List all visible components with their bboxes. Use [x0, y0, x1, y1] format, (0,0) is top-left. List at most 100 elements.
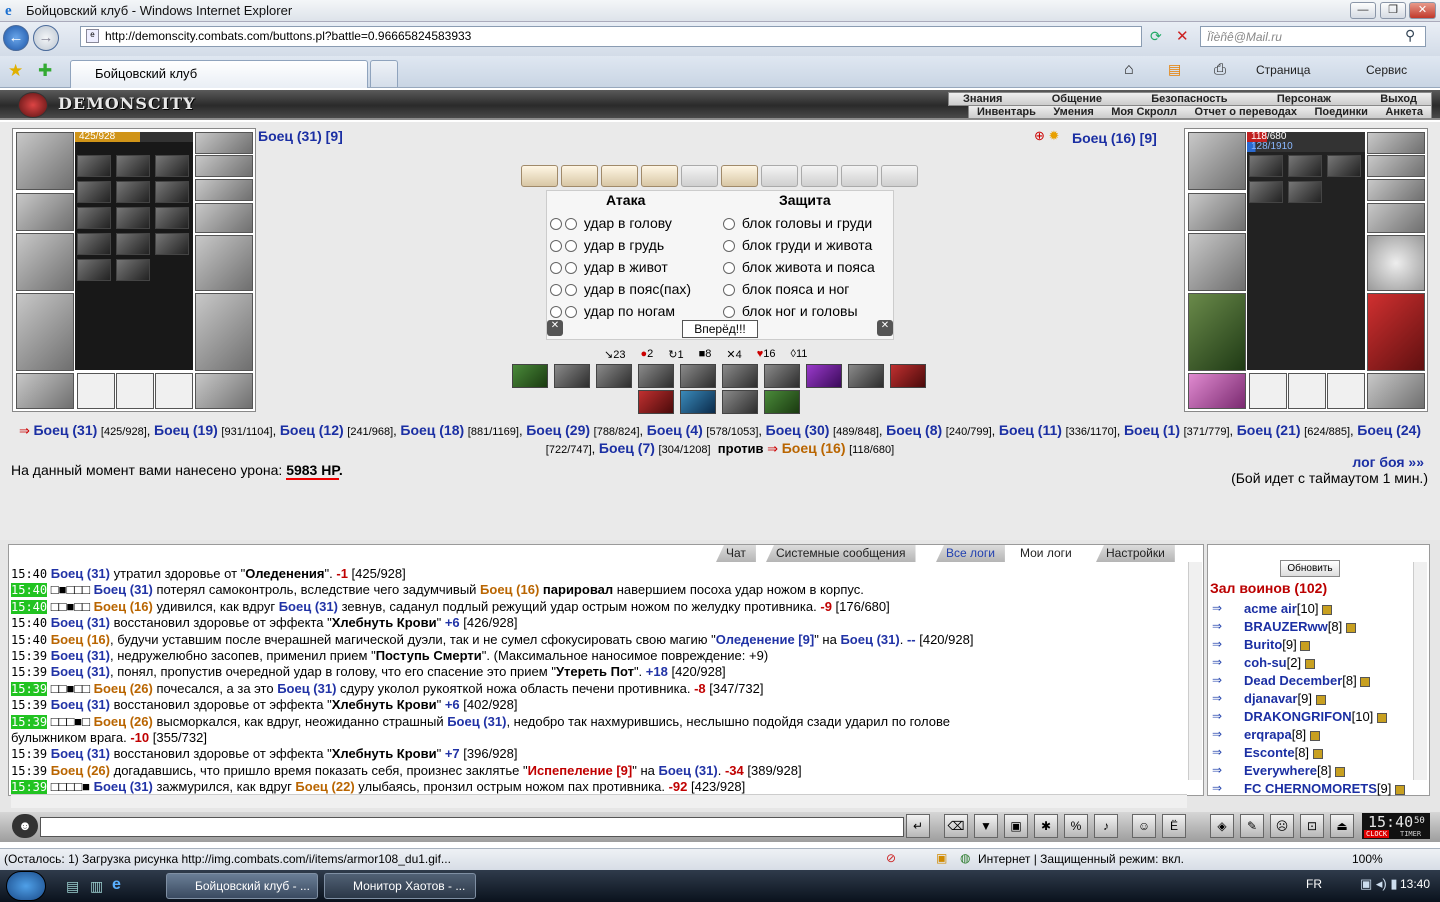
clear-icon[interactable]: ⌫ [944, 814, 968, 838]
private-message-icon[interactable]: ⇒ [1212, 691, 1222, 705]
stop-icon[interactable]: ✕ [1176, 27, 1189, 45]
face-icon[interactable]: ☹ [1270, 814, 1294, 838]
spell-slot[interactable] [155, 181, 189, 203]
bag-icon[interactable]: ◈ [1210, 814, 1234, 838]
amulet-slot[interactable] [1367, 132, 1425, 154]
user-entry[interactable]: coh-su[2] [1244, 655, 1315, 670]
block-option-5[interactable]: блок ног и головы [723, 300, 875, 322]
tab-all-logs[interactable]: Все логи [936, 545, 1005, 562]
team-fighter[interactable]: Боец (24) [1357, 422, 1421, 438]
menu-my-scroll[interactable]: Моя Скролл [1111, 106, 1177, 118]
info-icon[interactable] [1345, 622, 1356, 633]
smiley-icon[interactable]: ☺ [1132, 814, 1156, 838]
menu-exit[interactable]: Выход [1380, 93, 1417, 105]
empty-slot[interactable] [1249, 373, 1287, 409]
chat-input[interactable] [40, 817, 904, 837]
amulet-slot[interactable] [195, 132, 253, 154]
user-entry[interactable]: djanavar[9] [1244, 691, 1326, 706]
spell-slot[interactable] [1249, 181, 1283, 203]
team-fighter[interactable]: Боец (7) [599, 440, 655, 456]
blocked-icon[interactable]: ⊘ [886, 851, 896, 865]
tray-icons[interactable]: ▣ ◂) ▮ [1360, 876, 1398, 892]
user-entry[interactable]: Everywhere[8] [1244, 763, 1346, 778]
shield-right-icon[interactable]: ✕ [877, 320, 893, 336]
skill-button[interactable] [596, 364, 632, 388]
attack-option-groin[interactable]: удар в пояс(пах) [550, 278, 691, 300]
team-fighter[interactable]: Боец (18) [400, 422, 464, 438]
search-icon[interactable]: ⚲ [1405, 27, 1415, 44]
private-message-icon[interactable]: ⇒ [1212, 727, 1222, 741]
scroll-item[interactable] [721, 165, 758, 187]
left-fighter-name[interactable]: Боец (31) [9] [258, 128, 343, 144]
spell-slot[interactable] [1288, 181, 1322, 203]
bracers-slot[interactable] [1188, 193, 1246, 231]
forward-button[interactable]: → [33, 25, 59, 51]
spell-slot[interactable] [155, 233, 189, 255]
page-menu[interactable]: Страница [1256, 63, 1310, 77]
user-entry[interactable]: Dead December[8] [1244, 673, 1371, 688]
attack-option-head[interactable]: удар в голову [550, 212, 691, 234]
private-message-icon[interactable]: ⇒ [1212, 745, 1222, 759]
menu-battles[interactable]: Поединки [1315, 106, 1368, 118]
ie-quicklaunch-icon[interactable]: e [112, 876, 121, 894]
empty-slot[interactable] [1288, 373, 1326, 409]
spell-slot[interactable] [1249, 155, 1283, 177]
music-icon[interactable]: ♪ [1094, 814, 1118, 838]
enemy-fighter[interactable]: Боец (16) [782, 440, 846, 456]
spell-slot[interactable] [77, 233, 111, 255]
gloves-slot[interactable] [1367, 203, 1425, 233]
spell-slot[interactable] [116, 207, 150, 229]
users-scrollbar[interactable] [1413, 562, 1427, 780]
feeds-icon[interactable]: ▤ [1168, 61, 1181, 78]
info-icon[interactable] [1335, 766, 1346, 777]
search-input[interactable]: Ïîèñê@Mail.ru [1200, 26, 1426, 47]
print-icon[interactable]: ⎙ [1214, 61, 1226, 78]
team-fighter[interactable]: Боец (30) [766, 422, 830, 438]
tab-system[interactable]: Системные сообщения [766, 545, 916, 562]
weapon-slot[interactable] [1188, 233, 1246, 291]
skill-button[interactable] [680, 364, 716, 388]
spell-slot[interactable] [155, 207, 189, 229]
helmet-slot[interactable] [16, 132, 74, 190]
zoom-level[interactable]: 100% [1352, 852, 1383, 866]
menu-inventory[interactable]: Инвентарь [977, 106, 1036, 118]
empty-slot[interactable] [1327, 373, 1365, 409]
belt-slot[interactable] [1188, 373, 1246, 409]
info-icon[interactable] [1300, 640, 1311, 651]
spell-slot[interactable] [116, 259, 150, 281]
menu-skills[interactable]: Умения [1053, 106, 1093, 118]
spell-slot[interactable] [77, 155, 111, 177]
exit-icon[interactable]: ⏏ [1330, 814, 1354, 838]
menu-security[interactable]: Безопасность [1151, 93, 1227, 105]
scroll-item[interactable] [561, 165, 598, 187]
spell-slot[interactable] [116, 155, 150, 177]
team-fighter[interactable]: Боец (8) [886, 422, 942, 438]
scroll-item[interactable] [601, 165, 638, 187]
block-option-2[interactable]: блок груди и живота [723, 234, 875, 256]
team-fighter[interactable]: Боец (12) [280, 422, 344, 438]
team-fighter[interactable]: Боец (21) [1237, 422, 1301, 438]
user-entry[interactable]: acme air[10] [1244, 601, 1333, 616]
block-option-1[interactable]: блок головы и груди [723, 212, 875, 234]
maximize-button[interactable]: ❐ [1380, 2, 1406, 19]
info-icon[interactable] [1360, 676, 1371, 687]
lock-icon[interactable]: ⊡ [1300, 814, 1324, 838]
spell-slot[interactable] [116, 233, 150, 255]
menu-knowledge[interactable]: Знания [963, 93, 1002, 105]
spell-slot[interactable] [77, 207, 111, 229]
translit-icon[interactable]: Ё [1162, 814, 1186, 838]
private-message-icon[interactable]: ⇒ [1212, 781, 1222, 795]
spell-slot[interactable] [77, 181, 111, 203]
spell-slot[interactable] [155, 155, 189, 177]
tab-main[interactable]: Бойцовский клуб [70, 60, 368, 88]
empty-slot[interactable] [155, 373, 193, 409]
shield-slot[interactable] [1367, 235, 1425, 291]
scroll-item[interactable] [521, 165, 558, 187]
attack-option-legs[interactable]: удар по ногам [550, 300, 691, 322]
private-message-icon[interactable]: ⇒ [1212, 673, 1222, 687]
menu-character[interactable]: Персонаж [1277, 93, 1331, 105]
spell-slot[interactable] [77, 259, 111, 281]
task-game[interactable]: Бойцовский клуб - ... [166, 873, 318, 899]
user-entry[interactable]: BRAUZERww[8] [1244, 619, 1356, 634]
info-icon[interactable] [1312, 748, 1323, 759]
